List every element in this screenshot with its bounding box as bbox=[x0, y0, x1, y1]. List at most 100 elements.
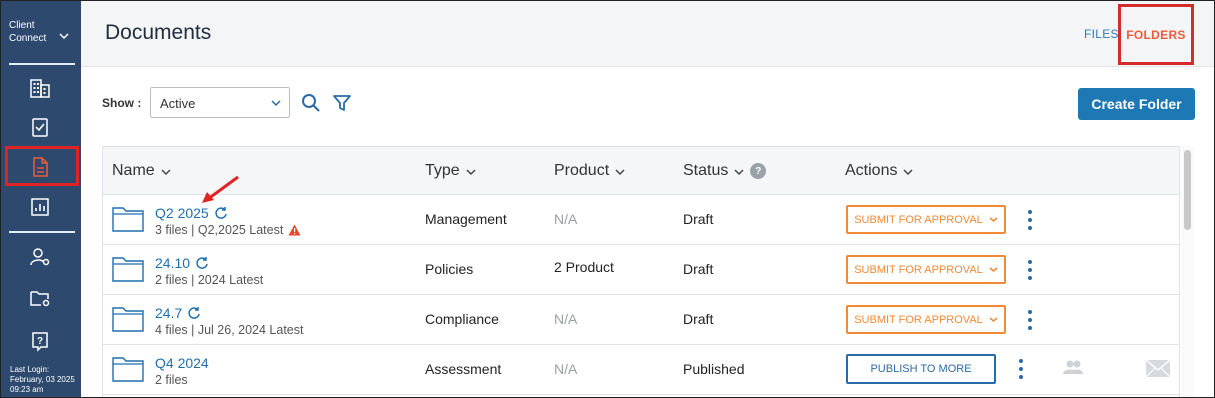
report-chart-icon bbox=[31, 198, 49, 216]
sync-icon bbox=[196, 257, 208, 269]
filter-icon[interactable] bbox=[333, 94, 351, 112]
scrollbar-thumb[interactable] bbox=[1184, 150, 1191, 230]
folder-product: 2 Product bbox=[554, 259, 614, 275]
chevron-down-icon bbox=[271, 100, 281, 107]
brand-switcher[interactable]: Client Connect bbox=[1, 1, 81, 63]
folder-icon bbox=[112, 257, 144, 282]
column-header-actions[interactable]: Actions bbox=[845, 162, 913, 180]
column-label: Type bbox=[425, 162, 460, 179]
tab-files[interactable]: FILES bbox=[1084, 27, 1119, 41]
sidebar-item-reports[interactable] bbox=[25, 192, 55, 222]
more-actions-icon[interactable] bbox=[1026, 260, 1034, 280]
app-window: Client Connect ? Last Login: February, 0… bbox=[0, 0, 1215, 398]
folder-type: Management bbox=[425, 211, 507, 227]
last-login-label: Last Login: bbox=[10, 365, 50, 374]
submit-for-approval-button[interactable]: SUBMIT FOR APPROVAL bbox=[846, 305, 1006, 334]
folder-status: Draft bbox=[683, 211, 714, 227]
sidebar: Client Connect ? Last Login: February, 0… bbox=[1, 1, 81, 397]
column-label: Actions bbox=[845, 162, 898, 179]
last-login-date: February, 03 2025 bbox=[10, 375, 75, 384]
active-item-highlight bbox=[5, 146, 79, 186]
folder-status: Published bbox=[683, 361, 745, 377]
sidebar-item-folder-settings[interactable] bbox=[25, 283, 55, 313]
submit-for-approval-button[interactable]: SUBMIT FOR APPROVAL bbox=[846, 255, 1006, 284]
sidebar-item-help[interactable]: ? bbox=[25, 326, 55, 356]
folder-icon bbox=[112, 207, 144, 232]
column-header-type[interactable]: Type bbox=[425, 162, 476, 180]
folder-name-link[interactable]: Q2 2025 bbox=[155, 205, 209, 221]
button-label: SUBMIT FOR APPROVAL bbox=[854, 213, 983, 226]
column-header-name[interactable]: Name bbox=[112, 162, 171, 180]
folder-product: N/A bbox=[554, 361, 578, 377]
column-header-product[interactable]: Product bbox=[554, 162, 625, 180]
column-label: Status bbox=[683, 162, 729, 179]
last-login-time: 09:23 am bbox=[10, 385, 44, 394]
folder-icon bbox=[112, 307, 144, 332]
svg-text:?: ? bbox=[37, 336, 43, 347]
chevron-down-icon bbox=[161, 169, 171, 176]
chevron-down-icon bbox=[989, 217, 998, 222]
folder-product: N/A bbox=[554, 211, 578, 227]
sidebar-item-organizations[interactable] bbox=[25, 73, 55, 103]
column-label: Product bbox=[554, 162, 610, 179]
help-document-icon: ? bbox=[32, 332, 48, 352]
clipboard-check-icon bbox=[32, 118, 48, 137]
sidebar-item-user-settings[interactable] bbox=[25, 242, 55, 272]
folder-name-link[interactable]: 24.10 bbox=[155, 255, 190, 271]
last-login-info: Last Login: February, 03 2025 09:23 am bbox=[10, 365, 75, 395]
more-actions-icon[interactable] bbox=[1017, 359, 1025, 379]
publish-to-more-button[interactable]: PUBLISH TO MORE bbox=[846, 354, 996, 384]
chevron-down-icon bbox=[989, 317, 998, 322]
column-label: Name bbox=[112, 162, 155, 179]
page-header: Documents bbox=[81, 1, 1214, 67]
folder-meta: 2 files bbox=[155, 373, 188, 387]
show-filter-value: Active bbox=[160, 96, 196, 111]
folder-type: Assessment bbox=[425, 361, 502, 377]
chevron-down-icon bbox=[466, 169, 476, 176]
table-row[interactable]: Q4 2024 2 files Assessment N/A Published… bbox=[103, 345, 1179, 395]
table-row[interactable]: 24.7 4 files | Jul 26, 2024 Latest Compl… bbox=[103, 295, 1179, 345]
button-label: SUBMIT FOR APPROVAL bbox=[854, 313, 983, 326]
search-icon[interactable] bbox=[301, 93, 321, 113]
sync-icon bbox=[215, 207, 227, 219]
table-header: Name Type Product Status ? Actions bbox=[103, 147, 1179, 195]
show-filter-select[interactable]: Active bbox=[150, 87, 290, 118]
sync-icon bbox=[188, 307, 200, 319]
help-icon[interactable]: ? bbox=[750, 163, 767, 179]
more-actions-icon[interactable] bbox=[1026, 210, 1034, 230]
folder-meta: 4 files | Jul 26, 2024 Latest bbox=[155, 323, 304, 337]
more-actions-icon[interactable] bbox=[1026, 310, 1034, 330]
folder-status: Draft bbox=[683, 311, 714, 327]
building-icon bbox=[30, 79, 50, 98]
folder-meta: 3 files | Q2,2025 Latest bbox=[155, 223, 284, 237]
create-folder-button[interactable]: Create Folder bbox=[1078, 88, 1195, 120]
sidebar-item-tasks[interactable] bbox=[25, 112, 55, 142]
page-title: Documents bbox=[105, 21, 212, 44]
table-row[interactable]: 24.10 2 files | 2024 Latest Policies 2 P… bbox=[103, 245, 1179, 295]
chevron-down-icon bbox=[903, 169, 913, 176]
user-settings-icon bbox=[30, 248, 50, 266]
chevron-down-icon bbox=[59, 33, 69, 40]
folder-status: Draft bbox=[683, 261, 714, 277]
submit-for-approval-button[interactable]: SUBMIT FOR APPROVAL bbox=[846, 205, 1006, 234]
annotation-arrow-icon bbox=[202, 175, 239, 203]
folder-type: Compliance bbox=[425, 311, 499, 327]
folder-settings-icon bbox=[30, 291, 50, 307]
users-group-icon[interactable] bbox=[1061, 359, 1085, 375]
brand-name: Client Connect bbox=[9, 20, 47, 44]
table-row[interactable]: Q2 2025 3 files | Q2,2025 Latest Managem… bbox=[103, 195, 1179, 245]
button-label: SUBMIT FOR APPROVAL bbox=[854, 263, 983, 276]
chevron-down-icon bbox=[734, 169, 744, 176]
sidebar-divider bbox=[9, 231, 75, 233]
folder-product: N/A bbox=[554, 311, 578, 327]
warning-icon bbox=[288, 224, 301, 236]
folder-name-link[interactable]: Q4 2024 bbox=[155, 355, 209, 371]
email-icon[interactable] bbox=[1145, 359, 1171, 378]
folder-icon bbox=[112, 357, 144, 382]
tab-folders[interactable]: FOLDERS bbox=[1118, 4, 1194, 65]
chevron-down-icon bbox=[989, 267, 998, 272]
sidebar-divider bbox=[9, 63, 75, 65]
folder-name-link[interactable]: 24.7 bbox=[155, 305, 182, 321]
chevron-down-icon bbox=[615, 169, 625, 176]
column-header-status[interactable]: Status ? bbox=[683, 162, 767, 180]
